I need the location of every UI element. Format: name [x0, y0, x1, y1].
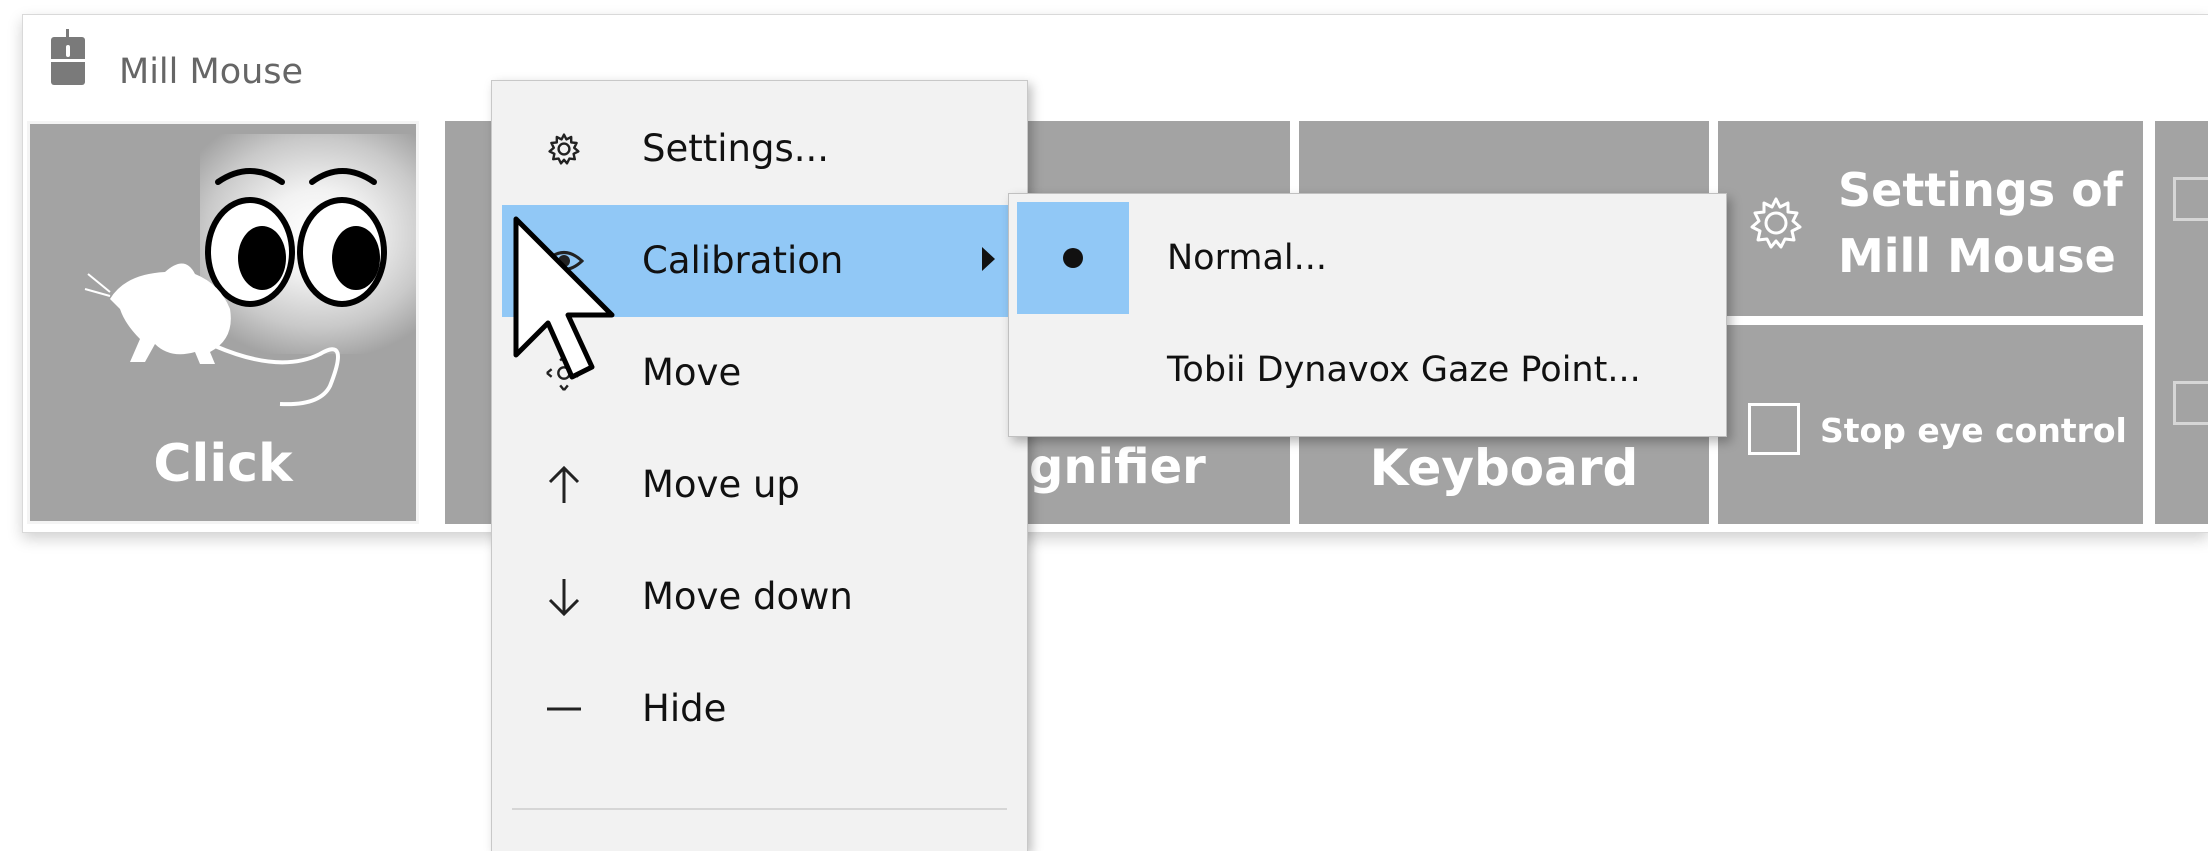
menu-label-hide: Hide: [642, 687, 727, 730]
menu-item-hide[interactable]: Hide: [502, 653, 1017, 765]
menu-label-settings: Settings...: [642, 127, 830, 170]
calibration-submenu: Normal... Tobii Dynavox Gaze Point...: [1008, 193, 1727, 437]
submenu-label-tobii: Tobii Dynavox Gaze Point...: [1167, 350, 1641, 390]
minus-icon: [542, 653, 586, 765]
window-title: Mill Mouse: [119, 52, 304, 92]
settings-label-line2: Mill Mouse: [1838, 229, 2116, 283]
menu-label-move-down: Move down: [642, 575, 853, 618]
submenu-label-normal: Normal...: [1167, 238, 1328, 278]
menu-item-move-up[interactable]: Move up: [502, 429, 1017, 541]
title-bar: Mill Mouse: [23, 15, 2208, 117]
menu-label-calibration: Calibration: [642, 239, 844, 282]
submenu-arrow-icon: [982, 247, 995, 271]
mouse-app-icon: [51, 29, 85, 85]
settings-label-line1: Settings of: [1838, 163, 2123, 217]
stop-eye-control-checkbox[interactable]: [1748, 403, 1800, 455]
keyboard-label: Keyboard: [1369, 439, 1639, 497]
mouse-mascot-icon: [84, 168, 387, 407]
magnifier-label: gnifier: [1029, 439, 1206, 495]
stop-eye-control-label: Stop eye control: [1820, 411, 2127, 450]
arrow-up-icon: [542, 429, 586, 541]
radio-selected-icon: [1017, 202, 1129, 314]
menu-item-settings[interactable]: Settings...: [502, 93, 1017, 205]
mouse-pointer-icon: [513, 216, 615, 380]
arrow-down-icon: [542, 541, 586, 653]
tile-cut-off[interactable]: [2155, 121, 2208, 524]
stop-eye-control-tile[interactable]: Stop eye control: [1718, 325, 2143, 524]
submenu-item-normal[interactable]: Normal...: [1017, 202, 1717, 314]
context-menu: Settings... Calibration Move Move up Mov…: [491, 80, 1028, 851]
menu-label-move-up: Move up: [642, 463, 800, 506]
gear-icon: [1750, 197, 1802, 249]
submenu-item-tobii[interactable]: Tobii Dynavox Gaze Point...: [1017, 314, 1717, 426]
click-tile[interactable]: Click: [27, 121, 419, 524]
menu-separator: [512, 808, 1007, 810]
settings-tile[interactable]: Settings of Mill Mouse: [1718, 121, 2143, 316]
menu-item-move-down[interactable]: Move down: [502, 541, 1017, 653]
gear-icon: [542, 93, 586, 205]
menu-label-move: Move: [642, 351, 742, 394]
click-label: Click: [153, 434, 293, 494]
